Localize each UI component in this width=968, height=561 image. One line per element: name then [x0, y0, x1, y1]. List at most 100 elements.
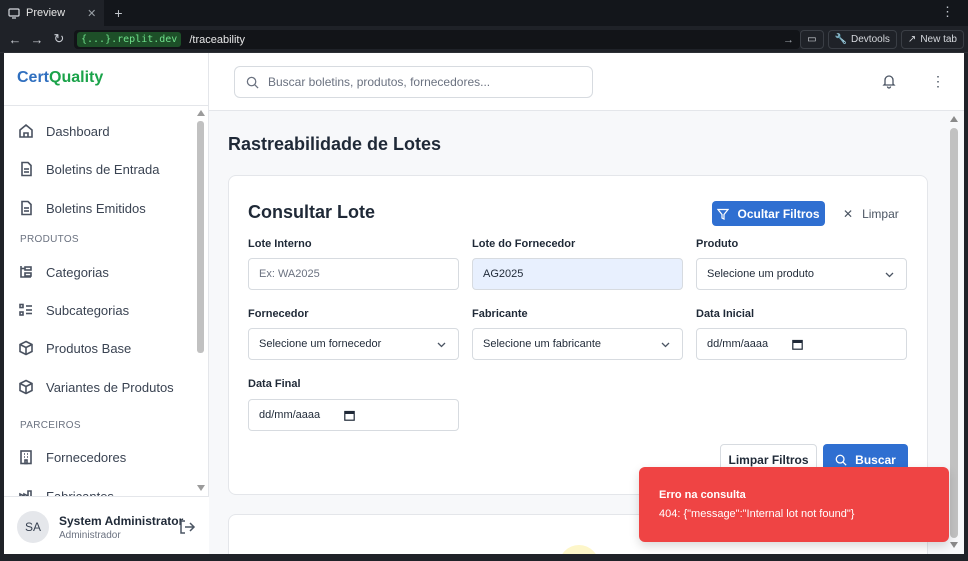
file-icon	[21, 200, 32, 216]
user-name: System Administrator	[59, 514, 184, 528]
user-role: Administrador	[59, 530, 121, 541]
back-icon[interactable]: ←	[4, 32, 26, 47]
file-icon	[21, 161, 32, 177]
section-parceiros: PARCEIROS	[20, 420, 81, 431]
section-produtos: PRODUTOS	[20, 234, 79, 245]
sidebar-item-variantes[interactable]: Variantes de Produtos	[18, 375, 174, 399]
empty-state-illustration	[559, 545, 599, 554]
sidebar-item-label: Subcategorias	[46, 302, 130, 318]
brand-logo[interactable]: CertQuality	[17, 69, 103, 87]
lote-fornecedor-label: Lote do Fornecedor	[472, 238, 576, 250]
calendar-icon[interactable]	[344, 410, 355, 421]
scroll-down-arrow[interactable]	[950, 542, 958, 548]
fabricante-select[interactable]: Selecione um fabricante	[472, 328, 683, 360]
sidebar-item-label: Boletins Emitidos	[46, 200, 146, 216]
building-icon	[20, 450, 32, 465]
url-path: /traceability	[189, 33, 245, 46]
tab-preview[interactable]: Preview ✕	[0, 0, 105, 26]
data-inicial-input[interactable]: dd/mm/aaaa	[696, 328, 907, 360]
filter-icon	[717, 208, 730, 220]
clear-button[interactable]: ✕ Limpar	[843, 207, 899, 221]
chevron-down-icon	[437, 342, 446, 348]
sidebar-item-subcategorias[interactable]: Subcategorias	[18, 298, 129, 322]
new-tab-button[interactable]: ↗ New tab	[900, 30, 964, 49]
tab-strip: Preview ✕ + ⋮	[0, 0, 968, 26]
top-header: Buscar boletins, produtos, fornecedores.…	[209, 53, 964, 111]
home-icon	[19, 123, 33, 138]
more-options-icon[interactable]: ⋮	[931, 73, 945, 90]
search-button-label: Buscar	[855, 453, 896, 467]
new-tab-icon[interactable]: +	[114, 5, 122, 21]
tab-title: Preview	[26, 7, 66, 19]
brand-part-cert: Cert	[17, 69, 50, 86]
clear-filters-label: Limpar Filtros	[728, 453, 809, 467]
screen-button[interactable]: ▭	[800, 30, 824, 49]
data-final-label: Data Final	[248, 378, 301, 390]
lote-interno-placeholder: Ex: WA2025	[259, 268, 320, 280]
clear-label: Limpar	[862, 207, 899, 221]
fabricante-label: Fabricante	[472, 308, 528, 320]
avatar[interactable]: SA	[17, 511, 49, 543]
data-inicial-value: dd/mm/aaaa	[707, 338, 769, 350]
sidebar-item-label: Variantes de Produtos	[46, 379, 174, 395]
sidebar-item-dashboard[interactable]: Dashboard	[18, 119, 110, 143]
sidebar-item-produtos-base[interactable]: Produtos Base	[18, 336, 131, 360]
window-menu-icon[interactable]: ⋮	[941, 5, 954, 18]
data-final-value: dd/mm/aaaa	[259, 409, 321, 421]
close-icon: ✕	[843, 207, 854, 221]
go-icon[interactable]: →	[783, 34, 794, 46]
error-toast[interactable]: Erro na consulta 404: {"message":"Intern…	[639, 467, 949, 542]
lot-query-card: Consultar Lote Ocultar Filtros ✕ Limpar …	[228, 175, 928, 495]
search-icon	[246, 76, 259, 89]
fornecedor-value: Selecione um fornecedor	[259, 338, 382, 350]
sidebar-item-boletins-entrada[interactable]: Boletins de Entrada	[18, 157, 159, 181]
url-field[interactable]: {...}.replit.dev /traceability →	[74, 30, 800, 49]
sidebar-scrollbar[interactable]	[196, 107, 205, 495]
screen-icon: ▭	[807, 34, 817, 45]
fornecedor-select[interactable]: Selecione um fornecedor	[248, 328, 459, 360]
chevron-down-icon	[885, 272, 894, 278]
toast-message: 404: {"message":"Internal lot not found"…	[659, 508, 855, 520]
card-title: Consultar Lote	[248, 202, 376, 222]
hide-filters-button[interactable]: Ocultar Filtros	[712, 201, 825, 226]
hide-filters-label: Ocultar Filtros	[737, 206, 820, 221]
scroll-down-arrow[interactable]	[197, 485, 205, 491]
bell-icon[interactable]	[881, 73, 897, 89]
brand-part-quality: Quality	[49, 69, 104, 86]
scroll-up-arrow[interactable]	[950, 116, 958, 122]
logout-icon[interactable]	[178, 518, 196, 536]
sidebar-item-categorias[interactable]: Categorias	[18, 260, 109, 284]
calendar-icon[interactable]	[792, 339, 803, 350]
page-title: Rastreabilidade de Lotes	[228, 134, 442, 154]
browser-window: Preview ✕ + ⋮ ← → ↻ {...}.replit.dev /tr…	[0, 0, 968, 561]
sidebar-nav: Dashboard Boletins de Entrada Boletins E…	[4, 107, 196, 497]
lote-interno-label: Lote Interno	[248, 238, 312, 250]
toast-title: Erro na consulta	[659, 489, 746, 501]
scroll-up-arrow[interactable]	[197, 110, 205, 116]
sidebar-item-fornecedores[interactable]: Fornecedores	[18, 445, 126, 469]
lote-fornecedor-input[interactable]: AG2025	[472, 258, 683, 290]
devtools-button[interactable]: 🔧 Devtools	[827, 30, 897, 49]
chevron-down-icon	[661, 342, 670, 348]
sidebar-item-label: Boletins de Entrada	[46, 161, 160, 177]
app-viewport: CertQuality Dashboard Boletins de Entrad…	[4, 53, 964, 554]
close-tab-icon[interactable]: ✕	[87, 7, 96, 20]
box-icon	[19, 340, 33, 356]
search-input[interactable]: Buscar boletins, produtos, fornecedores.…	[234, 66, 593, 98]
data-final-input[interactable]: dd/mm/aaaa	[248, 399, 459, 431]
lote-interno-input[interactable]: Ex: WA2025	[248, 258, 459, 290]
main-scrollbar[interactable]	[949, 112, 960, 554]
produto-select[interactable]: Selecione um produto	[696, 258, 907, 290]
forward-icon[interactable]: →	[26, 32, 48, 47]
produto-value: Selecione um produto	[707, 268, 815, 280]
divider	[4, 105, 209, 106]
scroll-thumb[interactable]	[197, 121, 204, 353]
scroll-thumb[interactable]	[950, 128, 958, 538]
list-icon	[19, 303, 32, 316]
external-link-icon: ↗	[907, 34, 917, 45]
wrench-icon: 🔧	[834, 34, 848, 45]
devtools-label: Devtools	[851, 34, 890, 45]
sidebar-item-label: Dashboard	[46, 123, 110, 139]
sidebar-item-boletins-emitidos[interactable]: Boletins Emitidos	[18, 196, 146, 220]
reload-icon[interactable]: ↻	[48, 31, 70, 47]
